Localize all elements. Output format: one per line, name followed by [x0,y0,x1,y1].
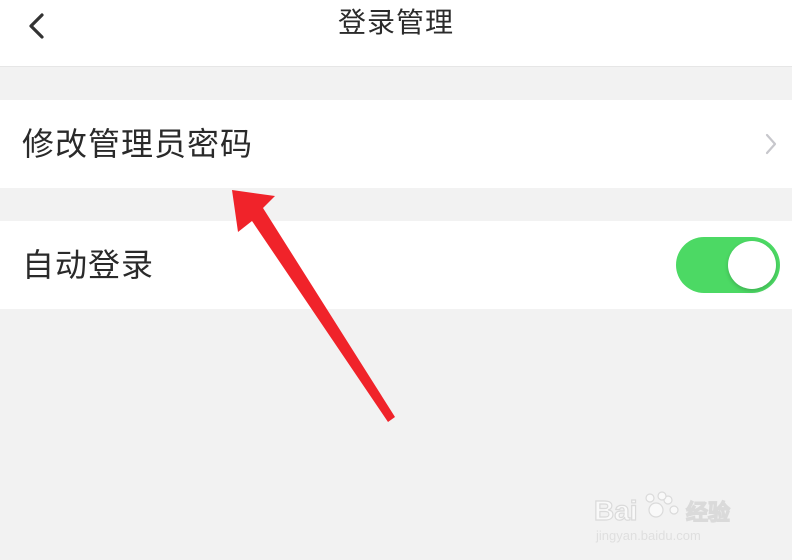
auto-login-label: 自动登录 [22,246,155,284]
svg-text:Bai: Bai [594,495,638,526]
navigation-bar: 登录管理 [0,0,792,67]
change-admin-password-label: 修改管理员密码 [22,125,254,163]
chevron-right-icon [765,133,777,155]
svg-text:经验: 经验 [686,500,730,526]
watermark-url: jingyan.baidu.com [595,528,701,543]
baidu-jingyan-watermark: Bai 经验 jingyan.baidu.com [593,491,731,543]
page-title: 登录管理 [337,6,454,39]
toggle-knob [728,241,776,289]
auto-login-toggle[interactable] [676,237,780,293]
auto-login-row: 自动登录 [0,221,792,309]
change-admin-password-row[interactable]: 修改管理员密码 [0,100,792,188]
